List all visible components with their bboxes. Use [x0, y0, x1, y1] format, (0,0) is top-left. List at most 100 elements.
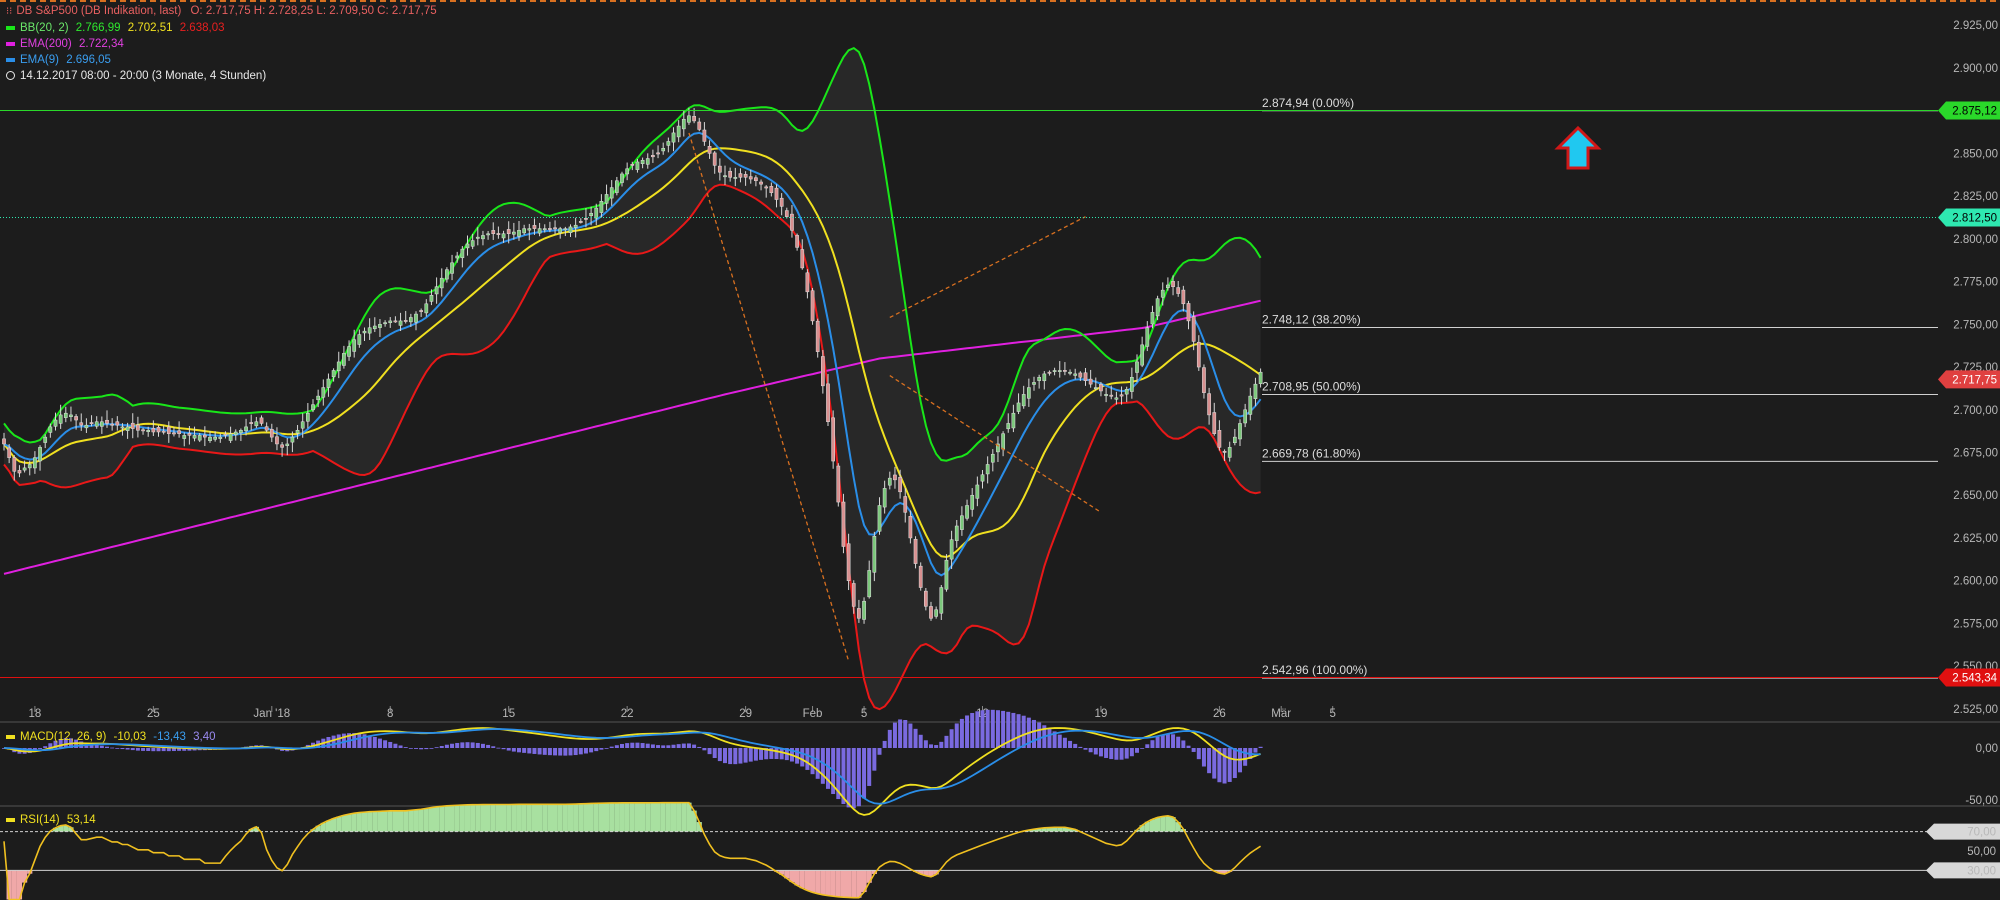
candle-body: [383, 322, 387, 325]
price-tag-label: 2.543,34: [1952, 673, 1997, 685]
candle-body: [1083, 372, 1088, 381]
candle-body: [645, 158, 650, 165]
candle-body: [738, 173, 743, 178]
candle-body: [424, 303, 429, 314]
macd-histogram-bar: [141, 748, 146, 751]
candle-body: [1011, 412, 1016, 429]
candle-body: [239, 430, 243, 434]
x-tick-label: 29: [739, 708, 752, 720]
rsi-overbought-fill: [387, 810, 393, 832]
candle-body: [815, 320, 820, 352]
rsi-overbought-fill: [439, 806, 445, 832]
rsi-overbought-fill: [341, 815, 347, 832]
candle[interactable]: [815, 318, 820, 358]
candle[interactable]: [913, 536, 918, 569]
legend-macd[interactable]: MACD(12, 26, 9) -10,03 -13,43 3,40: [6, 730, 216, 744]
macd-histogram-bar: [728, 748, 733, 765]
candle-body: [651, 155, 655, 158]
rsi-overbought-fill: [356, 812, 362, 832]
fib-label: 2.542,96 (100.00%): [1262, 663, 1367, 677]
macd-histogram-bar: [892, 722, 897, 748]
candle-body: [306, 412, 310, 422]
candle-body: [125, 426, 130, 431]
y-tick-label: 2.800,00: [1953, 234, 1998, 246]
rsi-overbought-fill: [573, 804, 579, 832]
macd-histogram-bar: [1001, 710, 1006, 748]
candle[interactable]: [810, 287, 815, 325]
macd-histogram-bar: [810, 748, 815, 775]
candle-body: [12, 457, 17, 472]
price-tag[interactable]: 2.812,50: [1938, 208, 2000, 227]
rsi-overbought-fill: [588, 803, 594, 832]
candle-body: [295, 430, 300, 434]
candle-body: [110, 423, 115, 426]
candle-body: [985, 464, 990, 475]
candle-body: [208, 436, 212, 442]
candle-body: [486, 233, 490, 236]
candle-body: [990, 453, 995, 463]
rsi-overbought-fill: [367, 811, 373, 832]
candle-body: [1021, 394, 1026, 407]
candle-body: [553, 227, 557, 230]
candle-body: [120, 426, 125, 429]
legend-ema200[interactable]: EMA(200) 2.722,34: [6, 37, 124, 51]
candle[interactable]: [836, 463, 841, 507]
legend-bb[interactable]: BB(20, 2) 2.766,99 2.702,51 2.638,03: [6, 21, 224, 35]
y-tick-label: 2.650,00: [1953, 490, 1998, 502]
candle-body: [826, 383, 830, 422]
rsi-label: RSI(14): [20, 814, 60, 826]
candle-body: [676, 125, 681, 138]
legend-rsi[interactable]: RSI(14) 53,14: [6, 813, 96, 827]
candle-body: [1233, 436, 1237, 444]
instrument-header: ⁝⁝ DB S&P500 (DB Indikation, last) O: 2.7…: [6, 4, 437, 19]
candle-body: [419, 310, 423, 312]
chart-canvas[interactable]: 2.874,94 (0.00%) 2.748,12 (38.20%) 2.708,9…: [0, 0, 2000, 900]
candle-body: [800, 249, 805, 269]
candle-body: [316, 395, 320, 401]
candle[interactable]: [918, 562, 923, 591]
macd-histogram-bar: [1062, 737, 1067, 748]
candle-body: [512, 231, 516, 235]
rsi-oversold-fill: [835, 870, 841, 897]
candle-body: [249, 422, 254, 424]
candle-body: [857, 608, 861, 619]
candle-body: [506, 229, 511, 234]
macd-histogram-bar: [599, 748, 604, 750]
candle[interactable]: [841, 493, 846, 554]
macd-histogram-bar: [620, 743, 624, 748]
rsi-overbought-fill: [434, 806, 440, 832]
y-tick-label: 2.750,00: [1953, 319, 1998, 331]
candle-body: [1114, 397, 1119, 400]
price-tag[interactable]: 2.543,34: [1938, 668, 2000, 687]
macd-histogram-bar: [666, 745, 671, 748]
ema9-swatch: [6, 57, 15, 62]
macd-histogram-bar: [949, 729, 954, 748]
macd-histogram-bar: [846, 748, 851, 808]
candle-body: [790, 213, 794, 231]
candle-body: [609, 187, 614, 199]
candle-body: [331, 370, 336, 377]
price-tag[interactable]: 2.717,75: [1938, 370, 2000, 389]
candle-body: [1027, 387, 1031, 399]
macd-histogram-bar: [156, 748, 161, 752]
price-tag[interactable]: 2.875,12: [1938, 101, 2000, 120]
macd-histogram-bar: [161, 748, 166, 752]
macd-histogram-bar: [1098, 748, 1103, 757]
candle-body: [336, 361, 341, 372]
candle-body: [702, 129, 707, 142]
macd-histogram-bar: [733, 748, 738, 765]
candle-body: [779, 197, 784, 207]
legend-ema9[interactable]: EMA(9) 2.696,05: [6, 53, 111, 67]
x-tick-label: 26: [1213, 708, 1226, 720]
candle-body: [177, 430, 181, 434]
y-tick-label: 2.575,00: [1953, 618, 1998, 630]
clock-icon: [6, 71, 15, 80]
candle-body: [692, 116, 696, 122]
macd-histogram-bar: [645, 743, 650, 748]
candle[interactable]: [831, 410, 835, 469]
candle-body: [975, 484, 980, 499]
macd-histogram-bar: [166, 748, 171, 752]
macd-histogram-bar: [1032, 719, 1036, 748]
candle-body: [7, 447, 12, 458]
ema200-swatch: [6, 41, 15, 46]
